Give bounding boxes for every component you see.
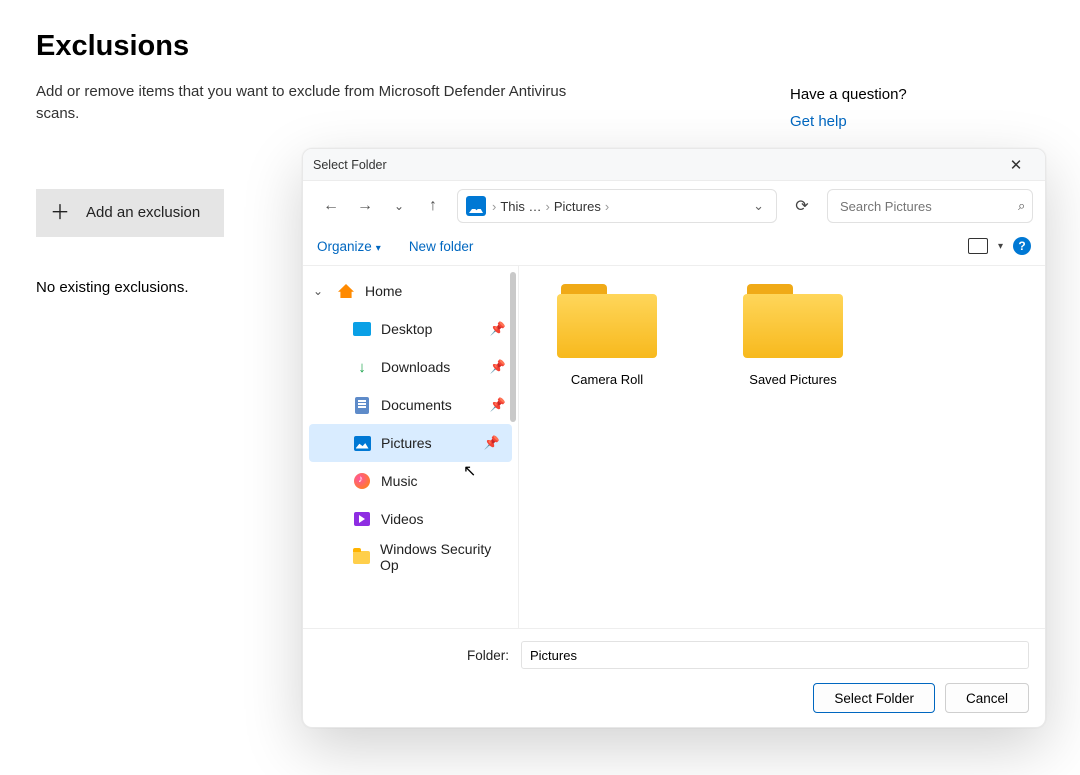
folder-item[interactable]: Saved Pictures xyxy=(719,284,867,387)
sidebar-item-folder[interactable]: Windows Security Op xyxy=(303,538,518,576)
pin-icon: 📌 xyxy=(484,435,500,451)
home-icon xyxy=(338,284,354,298)
sidebar-item-label: Pictures xyxy=(381,435,432,451)
plus-icon: ＋ xyxy=(50,203,70,223)
pictures-icon xyxy=(466,196,486,216)
sidebar-item-label: Windows Security Op xyxy=(380,541,506,573)
sidebar: ⌄ Home Desktop 📌 Downloads 📌 Documents 📌 xyxy=(303,266,519,628)
search-icon: ⌕ xyxy=(1018,198,1025,214)
sidebar-item-videos[interactable]: Videos xyxy=(303,500,518,538)
add-exclusion-button[interactable]: ＋ Add an exclusion xyxy=(36,189,224,237)
folder-item-label: Camera Roll xyxy=(533,372,681,387)
forward-icon[interactable]: → xyxy=(351,192,379,220)
back-icon[interactable]: ← xyxy=(317,192,345,220)
sidebar-item-label: Music xyxy=(381,473,418,489)
chevron-right-icon: › xyxy=(492,199,496,214)
sidebar-item-documents[interactable]: Documents 📌 xyxy=(303,386,518,424)
breadcrumb-leaf[interactable]: Pictures xyxy=(554,199,601,214)
documents-icon xyxy=(355,397,369,414)
folder-item-label: Saved Pictures xyxy=(719,372,867,387)
videos-icon xyxy=(354,512,370,526)
folder-icon xyxy=(353,551,370,564)
recent-dropdown-icon[interactable]: ⌄ xyxy=(385,192,413,220)
pin-icon: 📌 xyxy=(490,321,506,337)
folder-field[interactable] xyxy=(521,641,1029,669)
help-heading: Have a question? xyxy=(790,86,990,103)
sidebar-item-home[interactable]: ⌄ Home xyxy=(303,272,518,310)
add-exclusion-label: Add an exclusion xyxy=(86,204,200,221)
folder-content: Camera Roll Saved Pictures xyxy=(519,266,1045,628)
sidebar-item-label: Downloads xyxy=(381,359,450,375)
chevron-down-icon: ▾ xyxy=(376,243,381,254)
breadcrumb[interactable]: › This … › Pictures › ⌄ xyxy=(457,189,777,223)
breadcrumb-dropdown-icon[interactable]: ⌄ xyxy=(747,198,770,214)
close-icon[interactable]: ✕ xyxy=(997,151,1035,179)
desktop-icon xyxy=(353,322,371,336)
view-dropdown-icon[interactable]: ▾ xyxy=(998,241,1003,252)
breadcrumb-trunc[interactable]: This … xyxy=(500,199,541,214)
chevron-right-icon: › xyxy=(546,199,550,214)
organize-menu[interactable]: Organize▾ xyxy=(317,239,381,254)
downloads-icon xyxy=(353,358,371,376)
sidebar-item-label: Home xyxy=(365,283,402,299)
sidebar-item-pictures[interactable]: Pictures 📌 xyxy=(309,424,512,462)
up-icon[interactable]: ↑ xyxy=(419,192,447,220)
sidebar-item-label: Videos xyxy=(381,511,424,527)
folder-icon xyxy=(743,284,843,358)
select-folder-dialog: Select Folder ✕ ← → ⌄ ↑ › This … › Pictu… xyxy=(302,148,1046,728)
folder-icon xyxy=(557,284,657,358)
search-box[interactable]: ⌕ xyxy=(827,189,1033,223)
chevron-right-icon: › xyxy=(605,199,609,214)
sidebar-item-desktop[interactable]: Desktop 📌 xyxy=(303,310,518,348)
sidebar-item-downloads[interactable]: Downloads 📌 xyxy=(303,348,518,386)
page-title: Exclusions xyxy=(36,30,1044,63)
folder-field-label: Folder: xyxy=(319,648,509,663)
dialog-title: Select Folder xyxy=(313,158,387,172)
sidebar-item-label: Desktop xyxy=(381,321,432,337)
select-folder-button[interactable]: Select Folder xyxy=(813,683,935,713)
new-folder-button[interactable]: New folder xyxy=(409,239,474,254)
refresh-icon[interactable]: ⟳ xyxy=(785,196,819,216)
scrollbar-thumb[interactable] xyxy=(510,272,516,422)
sidebar-item-label: Documents xyxy=(381,397,452,413)
page-subtitle: Add or remove items that you want to exc… xyxy=(36,81,596,125)
pin-icon: 📌 xyxy=(490,359,506,375)
chevron-down-icon: ⌄ xyxy=(313,284,323,298)
pin-icon: 📌 xyxy=(490,397,506,413)
view-mode-icon[interactable] xyxy=(968,238,988,254)
search-input[interactable] xyxy=(838,198,1018,215)
folder-item[interactable]: Camera Roll xyxy=(533,284,681,387)
pictures-icon xyxy=(354,436,371,451)
cancel-button[interactable]: Cancel xyxy=(945,683,1029,713)
get-help-link[interactable]: Get help xyxy=(790,113,990,130)
help-icon[interactable]: ? xyxy=(1013,237,1031,255)
sidebar-item-music[interactable]: Music xyxy=(303,462,518,500)
music-icon xyxy=(354,473,370,489)
